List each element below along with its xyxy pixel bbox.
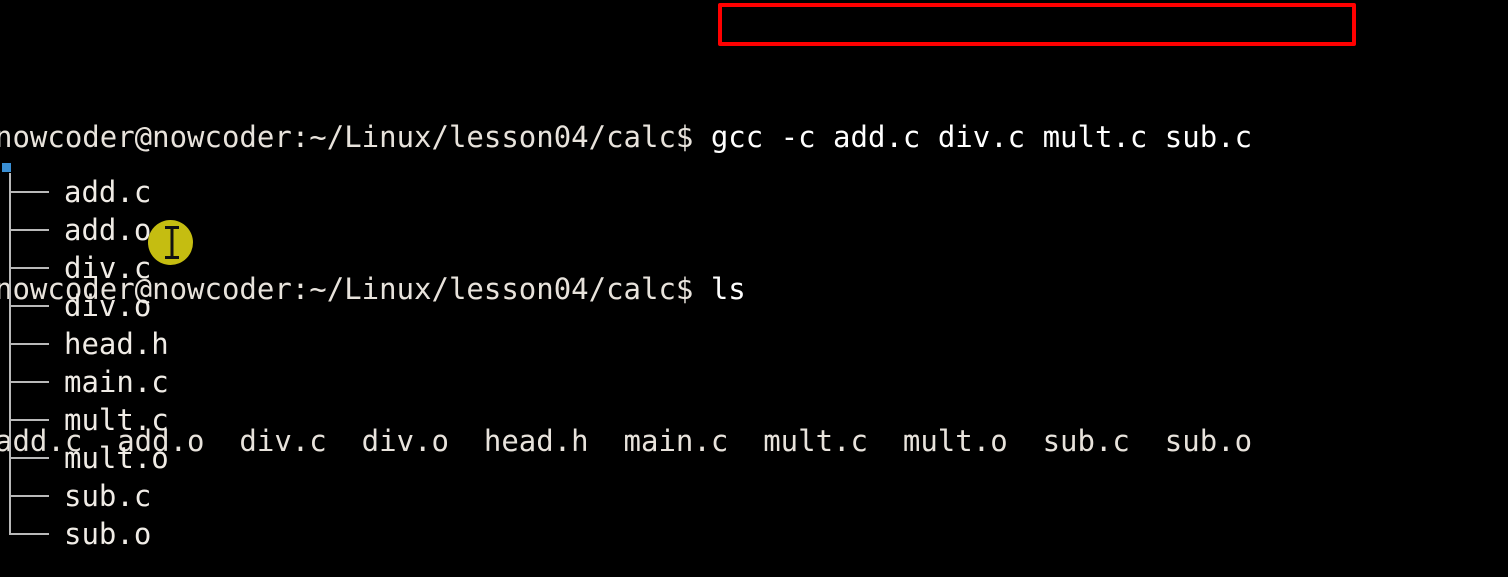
- terminal-line-command: nowcoder@nowcoder:~/Linux/lesson04/calc$…: [0, 118, 1252, 156]
- tree-entry-label: div.c: [64, 251, 152, 285]
- tree-branch-icon: [9, 495, 49, 497]
- terminal-window[interactable]: nowcoder@nowcoder:~/Linux/lesson04/calc$…: [0, 0, 1508, 577]
- tree-branch-icon: [9, 343, 49, 345]
- terminal-output-area: nowcoder@nowcoder:~/Linux/lesson04/calc$…: [0, 4, 1252, 577]
- tree-branch-icon: [9, 305, 49, 307]
- tree-entry-label: sub.c: [64, 479, 152, 513]
- tree-branch-icon: [9, 381, 49, 383]
- tree-branch-icon: [9, 191, 49, 193]
- tree-branch-icon: [9, 533, 49, 535]
- tree-entry-label: add.o: [64, 213, 152, 247]
- tree-branch-icon: [9, 419, 49, 421]
- shell-prompt: nowcoder@nowcoder:~/Linux/lesson04/calc$: [0, 120, 711, 154]
- command-text-gcc: gcc -c add.c div.c mult.c sub.c: [710, 120, 1253, 154]
- command-text-ls: ls: [710, 272, 746, 306]
- tree-entry-label: main.c: [64, 365, 169, 399]
- tree-entry-label: mult.c: [64, 403, 169, 437]
- tree-entry-label: add.c: [64, 175, 152, 209]
- tree-entry-label: head.h: [64, 327, 169, 361]
- terminal-line-command: nowcoder@nowcoder:~/Linux/lesson04/calc$…: [0, 270, 1252, 308]
- tree-entry-label: div.o: [64, 289, 152, 323]
- ls-output-row: add.c add.o div.c div.o head.h main.c mu…: [0, 424, 1253, 458]
- tree-branch-icon: [9, 267, 49, 269]
- tree-entry-label: sub.o: [64, 517, 152, 551]
- tree-branch-icon: [9, 457, 49, 459]
- tree-spine-line: [9, 173, 11, 533]
- tree-root-dir-marker: [2, 163, 11, 172]
- tree-branch-icon: [9, 229, 49, 231]
- tree-entry-label: mult.o: [64, 441, 169, 475]
